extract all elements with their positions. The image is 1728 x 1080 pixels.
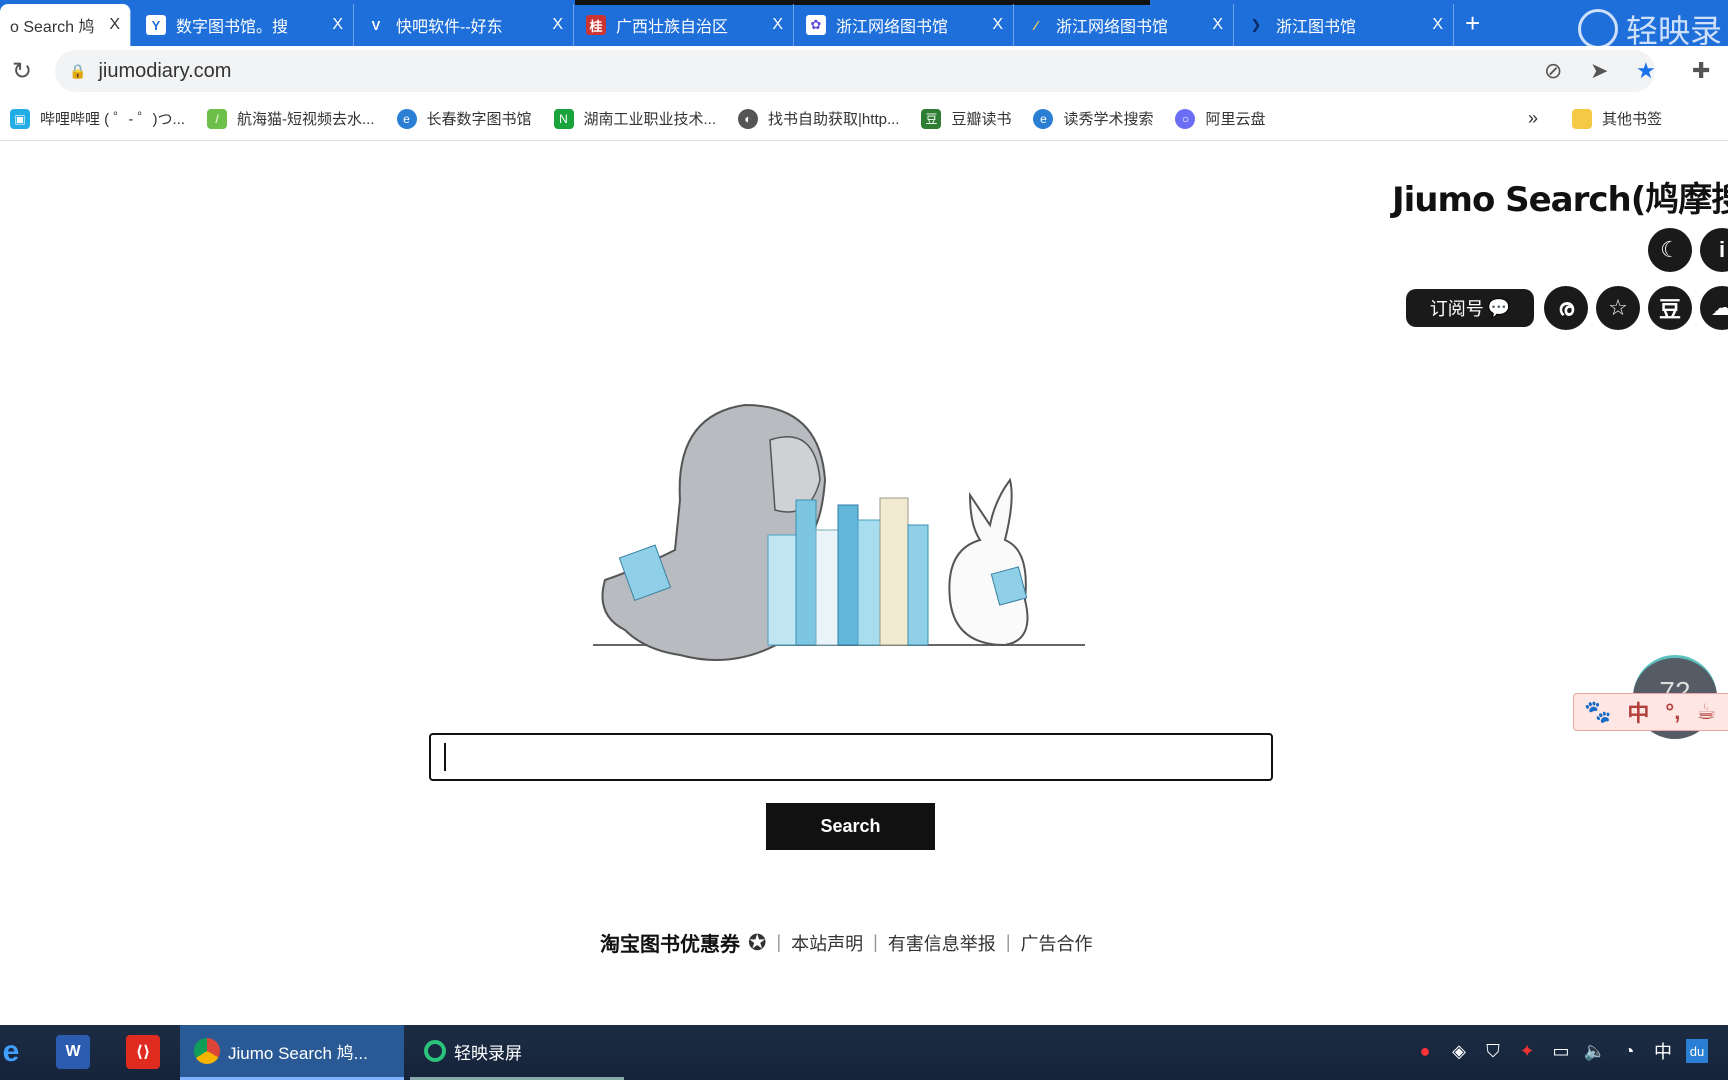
bookmark[interactable]: ◐ 找书自助获取|http...: [738, 108, 899, 129]
subscribe-button[interactable]: 订阅号 💬: [1406, 289, 1534, 327]
bookmark[interactable]: 豆豆瓣读书: [921, 108, 1011, 129]
douban-icon[interactable]: 豆: [1648, 286, 1692, 330]
battery-icon[interactable]: ▭: [1550, 1039, 1572, 1063]
baidu-icon[interactable]: du: [1686, 1039, 1708, 1063]
bookmark[interactable]: ▣ 哔哩哔哩 ( ゜- ゜)つ...: [10, 108, 185, 129]
bookmark[interactable]: ○ 阿里云盘: [1175, 108, 1266, 129]
taskbar-app-recorder[interactable]: 轻映录屏: [410, 1025, 624, 1080]
send-icon[interactable]: ➤: [1590, 58, 1608, 84]
bookmarks-more-button[interactable]: »: [1528, 108, 1538, 129]
bookmark-favicon-icon: N: [553, 108, 574, 129]
taobao-coupon-link[interactable]: 淘宝图书优惠券: [600, 928, 740, 957]
lock-icon: 🔒: [69, 62, 87, 79]
ie-icon: e: [396, 108, 417, 129]
close-icon[interactable]: X: [772, 16, 783, 34]
pen-icon: ∕: [1034, 17, 1038, 33]
tray-app-icon[interactable]: ✦: [1516, 1039, 1538, 1063]
close-icon[interactable]: X: [1432, 16, 1443, 34]
ads-link[interactable]: 广告合作: [1021, 930, 1093, 956]
close-icon[interactable]: X: [992, 16, 1003, 34]
aliyun-drive-icon: ○: [1175, 108, 1196, 129]
disclaimer-link[interactable]: 本站声明: [791, 930, 863, 956]
globe-icon: ◐: [738, 108, 759, 129]
system-tray: ● ◈ ⛉ ✦ ▭ 🔈 ◔ 中 du: [1414, 1039, 1708, 1063]
taskbar-app-chrome[interactable]: Jiumo Search 鸠...: [180, 1025, 404, 1080]
search-input[interactable]: [429, 733, 1273, 781]
word-icon[interactable]: W: [56, 1035, 90, 1069]
cup-icon[interactable]: ☕: [1696, 699, 1716, 725]
weibo-icon[interactable]: ര: [1544, 286, 1588, 330]
paw-icon: 🐾: [1584, 699, 1612, 724]
wechat-icon: 💬: [1487, 297, 1511, 318]
app-tray-icon[interactable]: ◈: [1448, 1039, 1470, 1063]
url-bar[interactable]: 🔒 jiumodiary.com: [55, 50, 1655, 92]
footer-links: 淘宝图书优惠券 ✪ | 本站声明 | 有害信息举报 | 广告合作: [600, 928, 1093, 957]
ime-toolbar[interactable]: 🐾 中 °, ☕: [1573, 693, 1728, 731]
tab[interactable]: Y 数字图书馆。搜 X: [136, 4, 354, 46]
moon-icon[interactable]: ☾: [1648, 228, 1692, 272]
record-icon[interactable]: ●: [1414, 1039, 1436, 1063]
star-icon[interactable]: ★: [1636, 58, 1656, 84]
bird-icon: ❯: [1250, 17, 1262, 32]
close-icon[interactable]: X: [1212, 16, 1223, 34]
info-icon[interactable]: i: [1700, 228, 1728, 272]
bilibili-icon: ▣: [10, 108, 30, 129]
tab[interactable]: ✿ 浙江网络图书馆 X: [796, 4, 1014, 46]
bookmarks-bar: ▣ 哔哩哔哩 ( ゜- ゜)つ... / 航海猫-短视频去水... e 长春数字图书馆…: [0, 97, 1728, 141]
site-title: Jiumo Search(鸠摩搜索: [1392, 180, 1728, 220]
tab-bar: o Search 鸠X Y 数字图书馆。搜 X V 快吧软件--好东 X 桂广西壮族自治…: [0, 0, 1728, 49]
zhihu-star-icon[interactable]: ☆: [1596, 286, 1640, 330]
report-link[interactable]: 有害信息举报: [888, 930, 996, 956]
folder-icon: [1572, 108, 1592, 129]
elephant-rabbit-books-illustration: [593, 403, 1085, 661]
close-icon[interactable]: X: [109, 16, 120, 34]
paw-icon: ✿: [806, 15, 826, 35]
volume-icon[interactable]: 🔈: [1584, 1039, 1606, 1063]
bookmark[interactable]: e 长春数字图书馆: [396, 108, 532, 129]
tab[interactable]: ❯ 浙江图书馆 X: [1236, 4, 1454, 46]
eye-off-icon[interactable]: ⊘: [1544, 58, 1562, 84]
ie-icon: e: [1033, 108, 1054, 129]
new-tab-button[interactable]: +: [1465, 8, 1480, 39]
tab[interactable]: V 快吧软件--好东 X: [356, 4, 574, 46]
address-bar-row: ↻ 🔒 jiumodiary.com ⊘ ➤ ★ ✚: [0, 46, 1728, 97]
bookmark-favicon-icon: /: [207, 108, 227, 129]
y-icon: Y: [146, 15, 166, 35]
badge-icon: ✪: [748, 929, 767, 955]
reload-icon[interactable]: ↻: [2, 57, 42, 86]
taskbar: e W ⟨⟩ Jiumo Search 鸠... 轻映录屏 ● ◈ ⛉ ✦ ▭ …: [0, 1025, 1728, 1080]
v-icon: V: [371, 17, 381, 33]
bookmark[interactable]: / 航海猫-短视频去水...: [207, 108, 375, 129]
text-cursor: [444, 743, 446, 771]
recorder-icon: [424, 1040, 446, 1062]
tab[interactable]: 桂广西壮族自治区 X: [576, 4, 794, 46]
extensions-icon[interactable]: ✚: [1692, 58, 1710, 84]
search-button[interactable]: Search: [766, 803, 935, 850]
close-icon[interactable]: X: [552, 16, 563, 34]
bookmark[interactable]: N 湖南工业职业技术...: [553, 108, 716, 129]
douban-favicon-icon: 豆: [921, 108, 942, 129]
recorder-logo-icon: [1578, 9, 1618, 49]
close-icon[interactable]: X: [332, 16, 343, 34]
ie-icon[interactable]: e: [0, 1035, 28, 1069]
wifi-icon[interactable]: ◔: [1618, 1039, 1640, 1063]
chrome-icon: [194, 1038, 220, 1064]
video-app-icon[interactable]: ⟨⟩: [126, 1035, 160, 1069]
tab[interactable]: ∕ 浙江网络图书馆 X: [1016, 4, 1234, 46]
ime-language[interactable]: 中: [1652, 1039, 1674, 1063]
other-bookmarks[interactable]: 其他书签: [1572, 108, 1662, 129]
cloud-icon[interactable]: ☁: [1700, 286, 1728, 330]
shield-icon[interactable]: ⛉: [1482, 1039, 1504, 1063]
bookmark[interactable]: e 读秀学术搜索: [1033, 108, 1153, 129]
library-icon: 桂: [586, 15, 606, 35]
tab-jiumo[interactable]: o Search 鸠X: [0, 4, 131, 46]
